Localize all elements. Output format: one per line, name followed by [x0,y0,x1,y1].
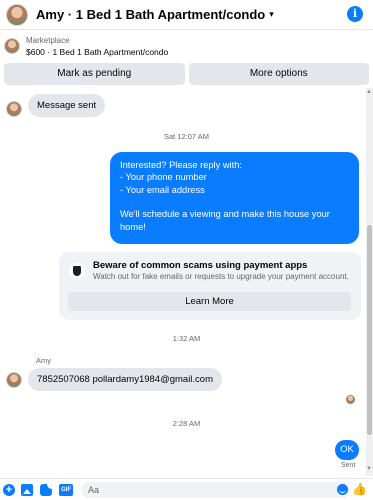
message-composer: + GIF Aa 👍 [0,478,373,500]
mark-pending-button[interactable]: Mark as pending [4,63,185,85]
scam-warning-title: Beware of common scams using payment app… [93,260,308,271]
message-line [120,233,349,245]
message-bubble-outgoing[interactable]: OK [335,440,359,460]
marketplace-label: Marketplace [26,36,70,45]
timestamp: 2:28 AM [172,419,201,428]
emoji-icon[interactable] [337,484,348,495]
timestamp: Sat 12:07 AM [163,132,210,141]
like-icon[interactable]: 👍 [352,482,367,496]
message-bubble-outgoing[interactable]: Interested? Please reply with: - Your ph… [110,152,359,256]
listing-thumbnail [4,38,20,54]
scam-warning-card: Beware of common scams using payment app… [59,252,361,320]
listing-actions: Mark as pending More options [4,63,369,85]
avatar[interactable] [6,372,22,388]
message-input[interactable]: Aa [81,482,349,498]
sent-status: Sent [341,462,356,469]
more-options-button[interactable]: More options [188,63,369,85]
learn-more-button[interactable]: Learn More [68,292,351,311]
timestamp: 1:32 AM [172,334,201,343]
shield-icon [69,263,85,279]
message-line: We'll schedule a viewing and make this h… [120,209,330,232]
chevron-down-icon[interactable]: ▾ [269,9,274,20]
avatar[interactable] [6,101,22,117]
message-bubble-incoming[interactable]: 7852507068 pollardamy1984@gmail.com [28,368,223,391]
plus-icon[interactable]: + [3,484,15,496]
chat-header: Amy · 1 Bed 1 Bath Apartment/condo ▾ i [0,0,373,30]
seen-indicator-avatar [346,395,355,404]
photo-icon[interactable] [21,484,33,496]
avatar[interactable] [6,3,28,26]
message-bubble-incoming[interactable]: Message sent [28,94,106,117]
message-line: - Your phone number [120,172,207,183]
message-line [120,196,349,208]
message-line: Interested? Please reply with: [120,160,242,170]
scam-warning-text: Watch out for fake emails or requests to… [93,272,349,281]
marketplace-listing[interactable]: Marketplace $600 · 1 Bed 1 Bath Apartmen… [0,33,373,59]
listing-subtitle: $600 · 1 Bed 1 Bath Apartment/condo [26,47,169,57]
scroll-up-arrow-icon[interactable]: ▲ [366,89,372,95]
sticker-icon[interactable] [40,484,52,496]
gif-icon[interactable]: GIF [59,484,73,496]
scrollbar-thumb[interactable] [367,225,372,435]
sender-name: Amy [36,356,51,365]
info-icon[interactable]: i [347,6,363,22]
scroll-down-arrow-icon[interactable]: ▼ [366,466,372,472]
conversation-title[interactable]: Amy · 1 Bed 1 Bath Apartment/condo [36,7,265,22]
message-line: - Your email address [120,184,205,195]
